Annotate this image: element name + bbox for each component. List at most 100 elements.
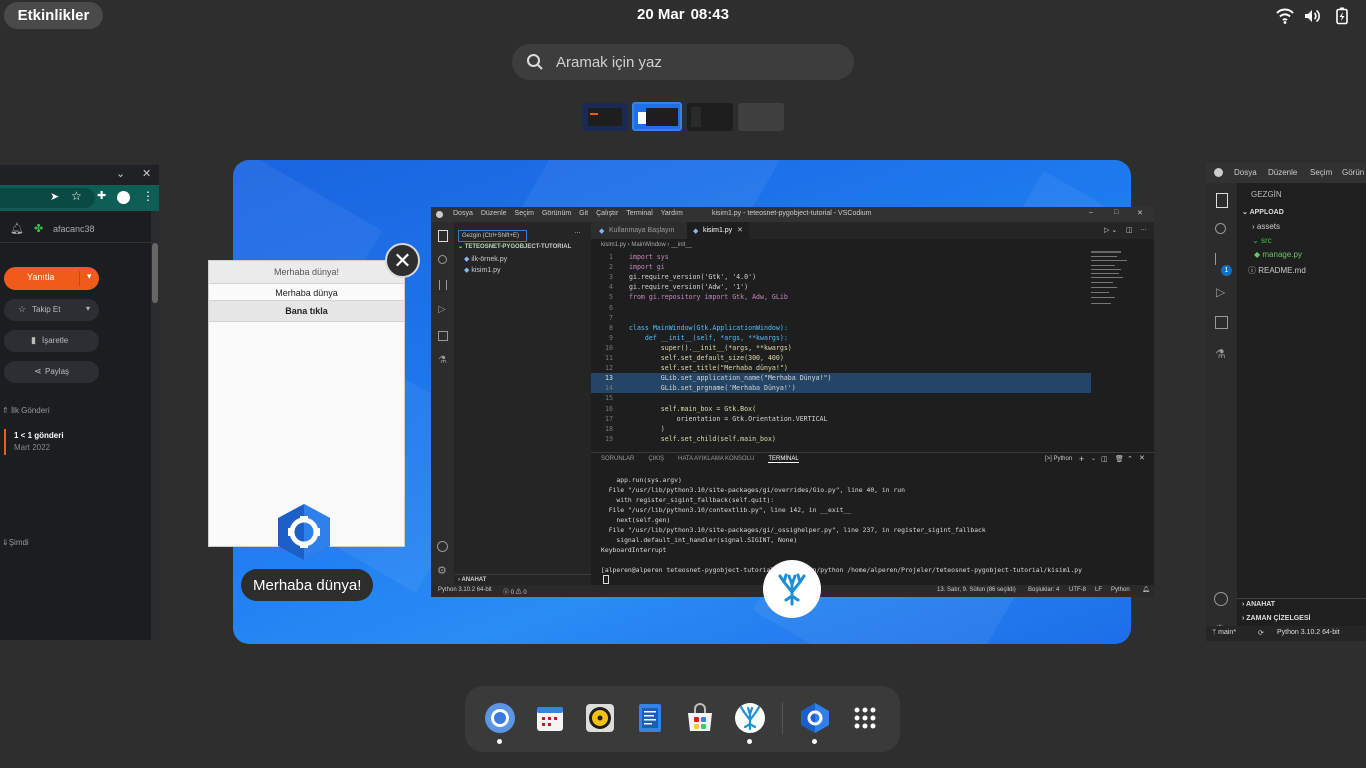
menu-dosya[interactable]: Dosya xyxy=(1234,168,1257,177)
close-icon[interactable]: ✕ xyxy=(1137,209,1143,217)
terminal-output[interactable]: app.run(sys.argv) File "/usr/lib/python3… xyxy=(601,475,1151,575)
split-terminal-icon[interactable]: ◫ xyxy=(1101,455,1108,463)
code-line[interactable]: 13 GLib.set_application_name("Merhaba Dü… xyxy=(591,373,1091,384)
run-file-icon[interactable]: ▷ ⌄ xyxy=(1104,226,1117,234)
encoding[interactable]: UTF-8 xyxy=(1069,587,1086,593)
vscodium-window[interactable]: Dosya Düzenle Seçim Görünüm Git Çalıştır… xyxy=(431,207,1154,597)
tab-getting-started[interactable]: ◆ Kullanmaya Başlayın xyxy=(591,222,687,239)
workspace-thumbnail-2[interactable] xyxy=(632,102,682,131)
trash-icon[interactable]: 🗑︎ xyxy=(1115,455,1124,463)
menu-item[interactable]: Dosya xyxy=(453,210,473,217)
tree-manage-py[interactable]: ◆ manage.py xyxy=(1254,250,1302,259)
rhythmbox-icon[interactable] xyxy=(584,702,616,734)
account-icon[interactable] xyxy=(437,541,448,552)
caret-down-icon[interactable]: ▾ xyxy=(86,304,90,313)
extensions-icon[interactable] xyxy=(1215,316,1228,329)
menu-item[interactable]: Görünüm xyxy=(542,210,571,217)
extension-icon[interactable]: ✚ xyxy=(97,189,106,202)
battery-icon[interactable] xyxy=(1333,7,1351,25)
tab-problems[interactable]: SORUNLAR xyxy=(601,456,634,463)
code-line[interactable]: 4 gi.require_version('Adw', '1') xyxy=(591,282,1091,292)
code-line[interactable]: 6 xyxy=(591,303,1091,313)
code-line[interactable]: 2 import gi xyxy=(591,262,1091,272)
maximize-panel-icon[interactable]: ⌃ xyxy=(1127,455,1133,463)
tree-assets[interactable]: › assets xyxy=(1252,222,1280,231)
clock[interactable]: 20 Mar 08:43 xyxy=(0,6,1366,23)
extensions-icon[interactable] xyxy=(438,331,448,341)
close-icon[interactable]: ✕ xyxy=(142,167,151,180)
search-bar[interactable] xyxy=(512,44,854,80)
code-line[interactable]: 8 class MainWindow(Gtk.ApplicationWindow)… xyxy=(591,323,1091,333)
split-editor-icon[interactable]: ◫ xyxy=(1126,226,1133,234)
left-window-browser[interactable]: ⌄ ✕ ➤ ☆ ✚ ⋮ 🔔︎ ✤ afacanc38 Yanıtla ▾ ☆ T… xyxy=(0,165,159,640)
testing-icon[interactable]: ⚗ xyxy=(1215,347,1226,361)
close-tab-icon[interactable]: ✕ xyxy=(737,226,743,234)
vscodium-dock-icon[interactable] xyxy=(734,702,766,734)
account-icon[interactable] xyxy=(1214,592,1228,606)
menu-item[interactable]: Çalıştır xyxy=(596,210,618,217)
terminal-selector[interactable]: [>] Python xyxy=(1045,456,1072,462)
language-mode[interactable]: Python xyxy=(1111,587,1130,593)
profile-icon[interactable] xyxy=(117,191,130,204)
menu-item[interactable]: Git xyxy=(579,210,588,217)
timeline-section[interactable]: › ZAMAN ÇİZELGESİ xyxy=(1242,615,1310,622)
more-vert-icon[interactable]: ⋮ xyxy=(142,189,154,203)
code-line[interactable]: 7 xyxy=(591,313,1091,323)
reply-button[interactable]: Yanıtla ▾ xyxy=(4,267,99,290)
scrollbar[interactable] xyxy=(151,211,159,640)
minimap[interactable] xyxy=(1091,251,1146,311)
file-kisim1[interactable]: ◆ kisim1.py xyxy=(464,266,501,274)
settings-gear-icon[interactable]: ⚙ xyxy=(437,564,447,577)
code-line[interactable]: 9 def __init__(self, *args, **kwargs): xyxy=(591,333,1091,343)
breadcrumb[interactable]: kisim1.py › MainWindow › __init__ xyxy=(601,242,692,248)
code-line[interactable]: 3 gi.require_version('Gtk', '4.0') xyxy=(591,272,1091,282)
menu-gorunum[interactable]: Görün xyxy=(1342,168,1364,177)
code-line[interactable]: 16 self.main_box = Gtk.Box( xyxy=(591,404,1091,414)
code-line[interactable]: 17 orientation = Gtk.Orientation.VERTICA… xyxy=(591,414,1091,424)
tree-readme[interactable]: ⓘ README.md xyxy=(1248,265,1306,276)
first-post-link[interactable]: ⇑ İlk Gönderi xyxy=(2,406,50,415)
menu-item[interactable]: Yardım xyxy=(661,210,683,217)
code-line[interactable]: 1 import sys xyxy=(591,252,1091,262)
bell-icon[interactable]: 🔔︎ xyxy=(10,222,24,235)
chromium-icon[interactable] xyxy=(484,702,516,734)
tab-debug-console[interactable]: HATA AYIKLAMA KONSOLU xyxy=(678,456,754,463)
run-debug-icon[interactable]: ▷ xyxy=(438,304,446,315)
code-line[interactable]: 15 xyxy=(591,393,1091,403)
mark-button[interactable]: ▮ İşaretle xyxy=(4,330,99,352)
python-version[interactable]: Python 3.10.2 64-bit xyxy=(1277,629,1340,636)
pygobject-app-icon[interactable] xyxy=(274,502,334,562)
chevron-down-icon[interactable]: ⌄ xyxy=(1091,455,1096,462)
close-window-button[interactable]: ✕ xyxy=(385,243,420,278)
file-ilk-ornek[interactable]: ◆ ilk-örnek.py xyxy=(464,255,507,263)
code-line[interactable]: 14 GLib.set_prgname('Merhaba Dünya!') xyxy=(591,383,1091,394)
code-line[interactable]: 18 ) xyxy=(591,424,1091,434)
menu-item[interactable]: Terminal xyxy=(626,210,652,217)
run-debug-icon[interactable]: ▷ xyxy=(1216,285,1225,299)
menu-item[interactable]: Seçim xyxy=(515,210,534,217)
menu-item[interactable]: Düzenle xyxy=(481,210,507,217)
tab-output[interactable]: ÇIKIŞ xyxy=(648,456,664,463)
line-ending[interactable]: LF xyxy=(1095,587,1102,593)
app-grid-icon[interactable] xyxy=(849,702,881,734)
pygobject-dock-icon[interactable] xyxy=(799,702,831,734)
tab-terminal[interactable]: TERMİNAL xyxy=(768,456,799,463)
more-horizontal-icon[interactable]: … xyxy=(574,228,581,235)
star-icon[interactable]: ☆ xyxy=(71,189,82,203)
follow-button[interactable]: ☆ Takip Et ▾ xyxy=(4,299,99,321)
workspace-thumbnail-3[interactable] xyxy=(687,103,733,131)
workspace-thumbnail-1[interactable] xyxy=(582,103,628,131)
code-line[interactable]: 12 self.set_title("Merhaba dünya!") xyxy=(591,363,1091,373)
more-actions-icon[interactable]: … xyxy=(1140,225,1147,232)
project-folder[interactable]: ⌄ APPLOAD xyxy=(1242,208,1284,216)
close-panel-icon[interactable]: ✕ xyxy=(1139,454,1145,462)
project-folder[interactable]: ⌄ TETEOSNET-PYGOBJECT-TUTORIAL xyxy=(458,243,571,250)
menu-duzenle[interactable]: Düzenle xyxy=(1268,168,1297,177)
outline-section[interactable]: › ANAHAT xyxy=(1242,601,1275,608)
post-title[interactable]: 1 < 1 gönderi xyxy=(14,431,64,440)
workspace-thumbnail-empty[interactable] xyxy=(738,103,784,131)
click-me-button[interactable]: Bana tıkla xyxy=(209,300,404,322)
maximize-icon[interactable]: □ xyxy=(1114,209,1118,216)
calendar-icon[interactable] xyxy=(534,702,566,734)
share-button[interactable]: ⋖ Paylaş xyxy=(4,361,99,383)
